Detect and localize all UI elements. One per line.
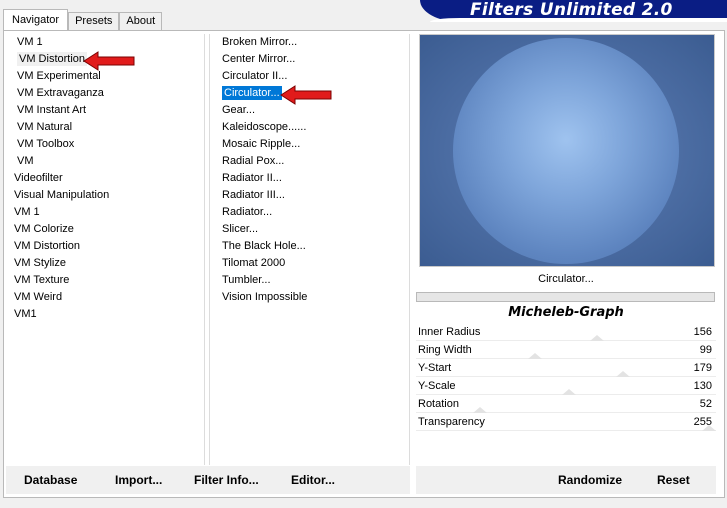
filter-item[interactable]: Radial Pox... xyxy=(210,153,409,170)
filter-item[interactable]: Vision Impossible xyxy=(210,289,409,306)
editor-button[interactable]: Editor... xyxy=(291,473,335,487)
tab-presets[interactable]: Presets xyxy=(68,12,120,30)
param-value: 179 xyxy=(693,362,712,374)
param-value: 52 xyxy=(699,398,712,410)
category-item[interactable]: VM Texture xyxy=(6,272,204,289)
filter-item[interactable]: Center Mirror... xyxy=(210,51,409,68)
filter-item[interactable]: Kaleidoscope...... xyxy=(210,119,409,136)
slider-inner-radius[interactable]: Inner Radius 156 xyxy=(416,323,716,341)
slider-track[interactable] xyxy=(416,395,716,413)
slider-transparency[interactable]: Transparency 255 xyxy=(416,413,716,431)
param-value: 130 xyxy=(693,380,712,392)
param-name: Y-Scale xyxy=(418,380,456,392)
param-value: 156 xyxy=(693,326,712,338)
slider-ring-width[interactable]: Ring Width 99 xyxy=(416,341,716,359)
category-item[interactable]: VM 1 xyxy=(6,204,204,221)
category-item[interactable]: VM Natural xyxy=(6,119,204,136)
category-item[interactable]: VM Instant Art xyxy=(6,102,204,119)
param-value: 255 xyxy=(693,416,712,428)
randomize-button[interactable]: Randomize xyxy=(558,473,622,487)
slider-y-start[interactable]: Y-Start 179 xyxy=(416,359,716,377)
param-name: Ring Width xyxy=(418,344,472,356)
category-item[interactable]: VM Stylize xyxy=(6,255,204,272)
tab-navigator[interactable]: Navigator xyxy=(3,9,69,30)
preview-filter-name: Circulator... xyxy=(538,273,594,285)
filter-item[interactable]: Mosaic Ripple... xyxy=(210,136,409,153)
tab-bar: Navigator Presets About xyxy=(3,9,163,30)
app-title: Filters Unlimited 2.0 xyxy=(470,0,673,20)
filter-item[interactable]: Tumbler... xyxy=(210,272,409,289)
bottom-toolbar-left: Database Import... Filter Info... Editor… xyxy=(6,466,410,494)
category-item[interactable]: Visual Manipulation xyxy=(6,187,204,204)
slider-y-scale[interactable]: Y-Scale 130 xyxy=(416,377,716,395)
filter-preview[interactable] xyxy=(419,34,715,267)
category-item[interactable]: VM Toolbox xyxy=(6,136,204,153)
filter-item[interactable]: Radiator III... xyxy=(210,187,409,204)
category-item[interactable]: VM xyxy=(6,153,204,170)
filter-item[interactable]: Radiator... xyxy=(210,204,409,221)
progress-bar xyxy=(416,292,715,302)
category-item[interactable]: VM Distortion xyxy=(6,238,204,255)
category-item[interactable]: VM Colorize xyxy=(6,221,204,238)
filter-item[interactable]: Radiator II... xyxy=(210,170,409,187)
category-item[interactable]: VM 1 xyxy=(6,34,204,51)
category-item[interactable]: VM Weird xyxy=(6,289,204,306)
bottom-toolbar-right: Randomize Reset xyxy=(416,466,716,494)
tab-about[interactable]: About xyxy=(119,12,163,30)
red-arrow-icon xyxy=(280,85,332,105)
filter-item[interactable]: Circulator II... xyxy=(210,68,409,85)
param-name: Inner Radius xyxy=(418,326,481,338)
param-value: 99 xyxy=(699,344,712,356)
param-name: Y-Start xyxy=(418,362,452,374)
category-list[interactable]: VM 1 VM Distortion VM Experimental VM Ex… xyxy=(6,34,205,465)
param-name: Rotation xyxy=(418,398,459,410)
category-item[interactable]: VM1 xyxy=(6,306,204,323)
database-button[interactable]: Database xyxy=(24,473,77,487)
filter-item[interactable]: Tilomat 2000 xyxy=(210,255,409,272)
import-button[interactable]: Import... xyxy=(115,473,162,487)
filter-info-button[interactable]: Filter Info... xyxy=(194,473,259,487)
filter-item[interactable]: The Black Hole... xyxy=(210,238,409,255)
preview-circle xyxy=(453,38,679,264)
slider-rotation[interactable]: Rotation 52 xyxy=(416,395,716,413)
slider-track[interactable] xyxy=(416,359,716,377)
filter-item[interactable]: Broken Mirror... xyxy=(210,34,409,51)
category-item[interactable]: Videofilter xyxy=(6,170,204,187)
filter-item[interactable]: Slicer... xyxy=(210,221,409,238)
param-name: Transparency xyxy=(418,416,485,428)
parameter-panel: Inner Radius 156 Ring Width 99 Y-Start 1… xyxy=(416,323,716,465)
red-arrow-icon xyxy=(83,51,135,71)
reset-button[interactable]: Reset xyxy=(657,473,690,487)
filter-author: Micheleb-Graph xyxy=(508,305,624,320)
category-item[interactable]: VM Extravaganza xyxy=(6,85,204,102)
